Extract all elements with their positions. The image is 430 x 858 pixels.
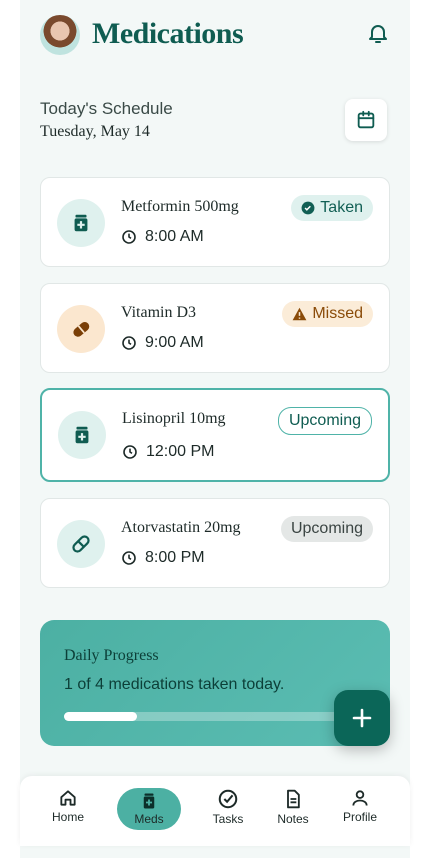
medication-card[interactable]: Metformin 500mg 8:00 AM Taken xyxy=(40,177,390,267)
bell-icon[interactable] xyxy=(366,21,390,45)
nav-item-profile[interactable]: Profile xyxy=(328,788,392,824)
schedule-date: Tuesday, May 14 xyxy=(40,123,150,140)
status-badge: Upcoming xyxy=(280,516,373,542)
clock-icon xyxy=(122,230,136,244)
clock-icon xyxy=(122,551,136,565)
medication-name: Atorvastatin 20mg xyxy=(121,519,241,536)
status-label: Missed xyxy=(312,305,363,322)
medication-name: Metformin 500mg xyxy=(121,198,239,215)
nav-label: Profile xyxy=(342,810,377,824)
calendar-button[interactable] xyxy=(345,99,387,141)
progress-title: Daily Progress xyxy=(64,647,159,664)
time-label: 9:00 AM xyxy=(145,334,204,351)
medication-time: 9:00 AM xyxy=(121,334,204,352)
status-label: Upcoming xyxy=(290,520,363,537)
time-label: 12:00 PM xyxy=(146,443,215,460)
medication-card[interactable]: Vitamin D3 9:00 AM Missed xyxy=(40,283,390,373)
nav-item-tasks[interactable]: Tasks xyxy=(196,788,260,826)
nav-item-home[interactable]: Home xyxy=(36,788,100,824)
status-badge: Taken xyxy=(291,195,373,221)
bottom-nav: Home Meds Tasks Notes Profile xyxy=(20,776,410,846)
nav-label: Notes xyxy=(277,812,309,826)
medication-time: 8:00 PM xyxy=(121,549,205,567)
check-circle-icon xyxy=(218,789,238,809)
pill-icon xyxy=(57,520,105,568)
medication-card[interactable]: Atorvastatin 20mg 8:00 PM Upcoming xyxy=(40,498,390,588)
add-medication-button[interactable] xyxy=(334,690,390,746)
clock-icon xyxy=(122,336,136,350)
medication-name: Lisinopril 10mg xyxy=(122,410,226,427)
nav-label: Tasks xyxy=(212,812,244,826)
schedule-label: Today's Schedule xyxy=(40,99,173,118)
medication-name: Vitamin D3 xyxy=(121,304,197,321)
progress-bar xyxy=(64,712,354,721)
nav-item-meds[interactable]: Meds xyxy=(117,788,181,830)
avatar[interactable] xyxy=(40,15,80,55)
time-label: 8:00 AM xyxy=(145,228,204,245)
status-badge: Missed xyxy=(282,301,373,327)
clock-icon xyxy=(123,445,137,459)
medication-card[interactable]: Lisinopril 10mg 12:00 PM Upcoming xyxy=(40,388,390,482)
pill-bottle-icon xyxy=(57,199,105,247)
person-icon xyxy=(352,790,368,806)
check-circle-icon xyxy=(301,201,315,215)
nav-label: Meds xyxy=(134,812,164,826)
medication-time: 12:00 PM xyxy=(122,443,214,461)
status-badge: Upcoming xyxy=(277,407,372,435)
nav-item-notes[interactable]: Notes xyxy=(261,788,325,826)
status-label: Upcoming xyxy=(288,412,361,429)
medication-time: 8:00 AM xyxy=(121,228,204,246)
home-icon xyxy=(60,790,76,806)
progress-fill xyxy=(64,712,137,721)
pill-bottle-icon xyxy=(58,411,106,459)
status-label: Taken xyxy=(320,199,363,216)
nav-label: Home xyxy=(51,810,84,824)
header: Medications xyxy=(40,15,390,57)
warning-icon xyxy=(292,307,307,321)
page-title: Medications xyxy=(92,17,244,50)
progress-text: 1 of 4 medications taken today. xyxy=(64,676,285,693)
med-kit-icon xyxy=(143,793,155,809)
capsule-icon xyxy=(57,305,105,353)
plus-icon xyxy=(352,708,372,728)
app-screen: Medications Today's Schedule Tuesday, Ma… xyxy=(20,0,410,858)
time-label: 8:00 PM xyxy=(145,549,205,566)
calendar-icon xyxy=(357,110,375,129)
document-icon xyxy=(287,789,300,809)
